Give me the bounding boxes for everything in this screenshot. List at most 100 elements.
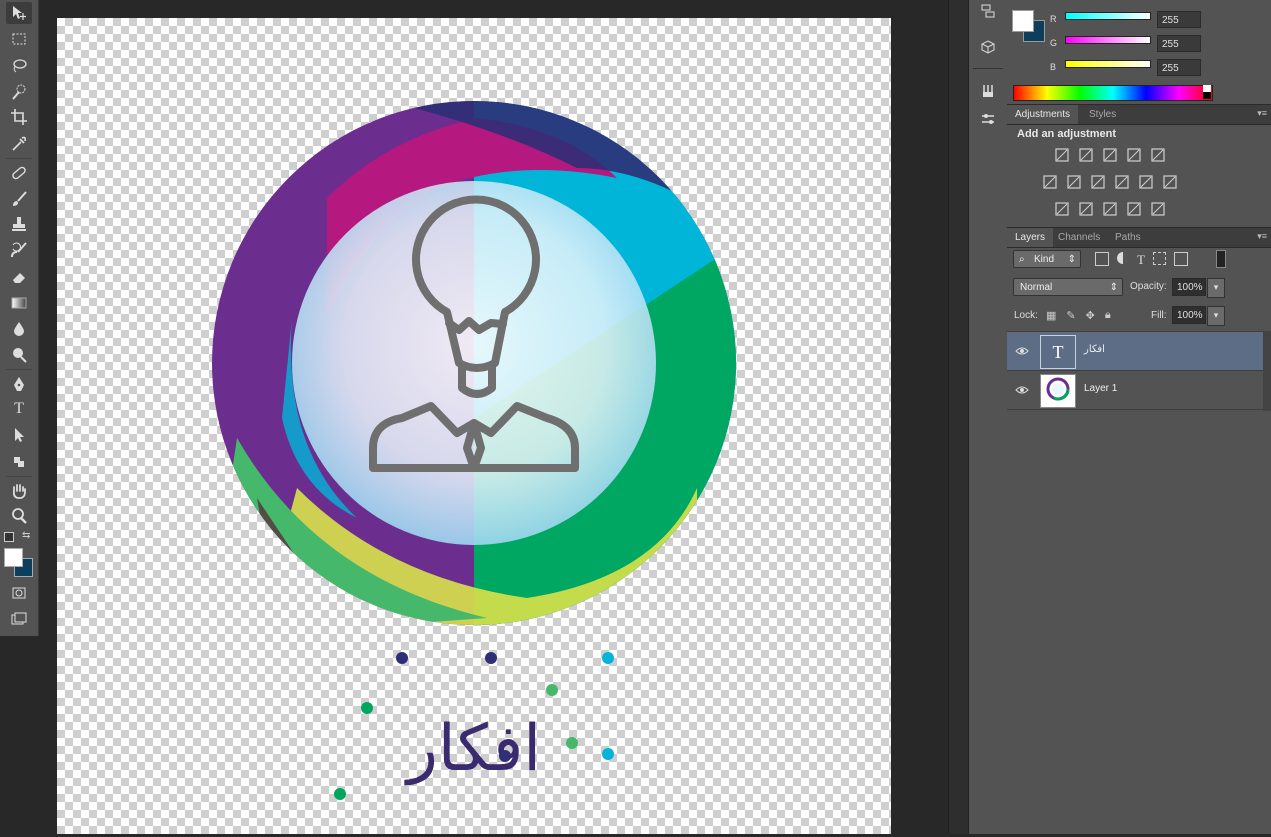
tab-layers[interactable]: Layers [1007,228,1054,247]
hand-tool[interactable] [6,480,32,502]
tool-presets-icon [982,114,994,124]
move-tool[interactable] [6,2,32,24]
pixel-filter-icon[interactable] [1095,252,1109,266]
eyedropper-tool[interactable] [6,133,32,155]
adjustments-heading: Add an adjustment [1017,128,1117,140]
posterize-icon[interactable] [1078,201,1094,217]
photo-filter-icon[interactable] [1114,174,1130,190]
zoom-tool[interactable] [6,505,32,527]
brush-icon [13,191,27,206]
crop-tool[interactable] [6,106,32,128]
fill-input[interactable]: 100% [1172,306,1206,324]
lock-position-icon[interactable]: ✥ [1086,309,1095,322]
channel-label-r: R [1050,14,1057,24]
tab-adjustments[interactable]: Adjustments [1007,105,1079,124]
channel-label-g: G [1050,38,1058,48]
tab-paths[interactable]: Paths [1107,228,1149,247]
gradient-tool[interactable] [6,292,32,314]
document-canvas[interactable]: افكار [57,18,891,834]
screen-mode-icon [11,612,27,625]
tab-styles[interactable]: Styles [1081,105,1124,124]
smart-object-filter-icon[interactable] [1173,252,1188,266]
layer-row-text[interactable]: T افكار [1007,332,1263,371]
curves-icon[interactable] [1102,147,1118,163]
invert-icon[interactable] [1054,201,1070,217]
vibrance-icon[interactable] [1150,147,1166,163]
layers-tabs: Layers Channels Paths ▾≡ [1007,227,1271,248]
green-slider[interactable] [1065,36,1151,44]
visibility-eye-icon[interactable] [1015,344,1029,358]
right-panels: R 255 G 255 B 255 Adjustments Styles ▾≡ … [1007,0,1271,834]
dodge-tool[interactable] [6,344,32,366]
quick-selection-tool[interactable] [6,81,32,103]
opacity-input[interactable]: 100% [1172,278,1206,296]
type-tool[interactable]: T [6,398,32,420]
chevron-updown-icon: ⇕ [1067,254,1076,265]
threshold-icon[interactable] [1102,201,1118,217]
lock-pixels-icon[interactable]: ✎ [1066,309,1075,322]
tool-presets-button[interactable] [977,108,999,130]
quick-mask-button[interactable] [6,582,32,604]
blue-value-input[interactable]: 255 [1157,59,1201,76]
red-value-input[interactable]: 255 [1157,11,1201,28]
levels-icon[interactable] [1078,147,1094,163]
shape-filter-icon[interactable] [1152,252,1166,265]
panel-menu-icon[interactable]: ▾≡ [1257,108,1267,119]
brush-presets-button[interactable] [977,80,999,102]
hue-saturation-icon[interactable] [1042,174,1058,190]
color-spectrum-ramp[interactable] [1013,85,1213,101]
marquee-tool[interactable] [6,28,32,50]
tab-channels[interactable]: Channels [1050,228,1108,247]
fill-label: Fill: [1151,310,1167,321]
fill-dropdown-button[interactable]: ▾ [1207,306,1225,326]
opacity-label: Opacity: [1130,281,1167,292]
red-slider[interactable] [1065,12,1151,20]
text-layer-thumbnail: T [1040,335,1076,369]
path-selection-tool[interactable] [6,424,32,446]
adjustment-filter-icon[interactable] [1117,252,1129,264]
gradient-icon [11,297,27,309]
swap-colors-icon[interactable]: ⇆ [22,530,30,541]
color-lookup-icon[interactable] [1162,174,1178,190]
blur-tool[interactable] [6,318,32,340]
lasso-tool[interactable] [6,55,32,77]
type-filter-icon[interactable]: T [1137,252,1145,268]
pen-tool[interactable] [6,373,32,395]
exposure-icon[interactable] [1126,147,1142,163]
layers-scrollbar[interactable] [1263,331,1271,411]
lock-all-icon[interactable]: 🔒︎ [1105,309,1111,322]
layers-menu-icon[interactable]: ▾≡ [1257,231,1267,242]
vertical-scrollbar[interactable] [948,0,969,834]
history-brush-tool[interactable] [6,239,32,261]
brush-tool[interactable] [6,188,32,210]
green-value-input[interactable]: 255 [1157,35,1201,52]
filter-toggle-switch[interactable] [1216,250,1226,268]
channel-mixer-icon[interactable] [1138,174,1154,190]
black-white-icon[interactable] [1090,174,1106,190]
brightness-icon[interactable] [1054,147,1070,163]
blue-slider[interactable] [1065,60,1151,68]
eraser-tool[interactable] [6,266,32,288]
3d-panel-button[interactable] [977,36,999,58]
shape-tool[interactable] [6,451,32,473]
lock-transparency-icon[interactable]: ▦ [1046,309,1056,322]
layer-row-image[interactable]: Layer 1 [1007,371,1263,410]
eraser-icon [13,273,25,283]
selective-color-icon[interactable] [1126,201,1142,217]
layer-filter-icons: T [1095,252,1188,268]
healing-brush-tool[interactable] [6,162,32,184]
history-panel-button[interactable] [977,0,999,22]
lock-icons: ▦ ✎ ✥ 🔒︎ [1046,309,1111,322]
layer-filter-dropdown[interactable]: Kind ⇕ ⌕ [1013,250,1081,268]
color-balance-icon[interactable] [1066,174,1082,190]
layer-name: Layer 1 [1084,383,1118,394]
opacity-dropdown-button[interactable]: ▾ [1207,278,1225,298]
tools-panel: T ⇆ [0,0,39,636]
screen-mode-button[interactable] [6,608,32,630]
clone-stamp-tool[interactable] [6,213,32,235]
foreground-color-swatch[interactable] [4,548,23,567]
gradient-map-icon[interactable] [1150,201,1166,217]
blend-mode-dropdown[interactable]: Normal ⇕ [1013,278,1123,296]
visibility-eye-icon[interactable] [1015,383,1029,397]
default-colors-icon[interactable] [4,532,14,542]
